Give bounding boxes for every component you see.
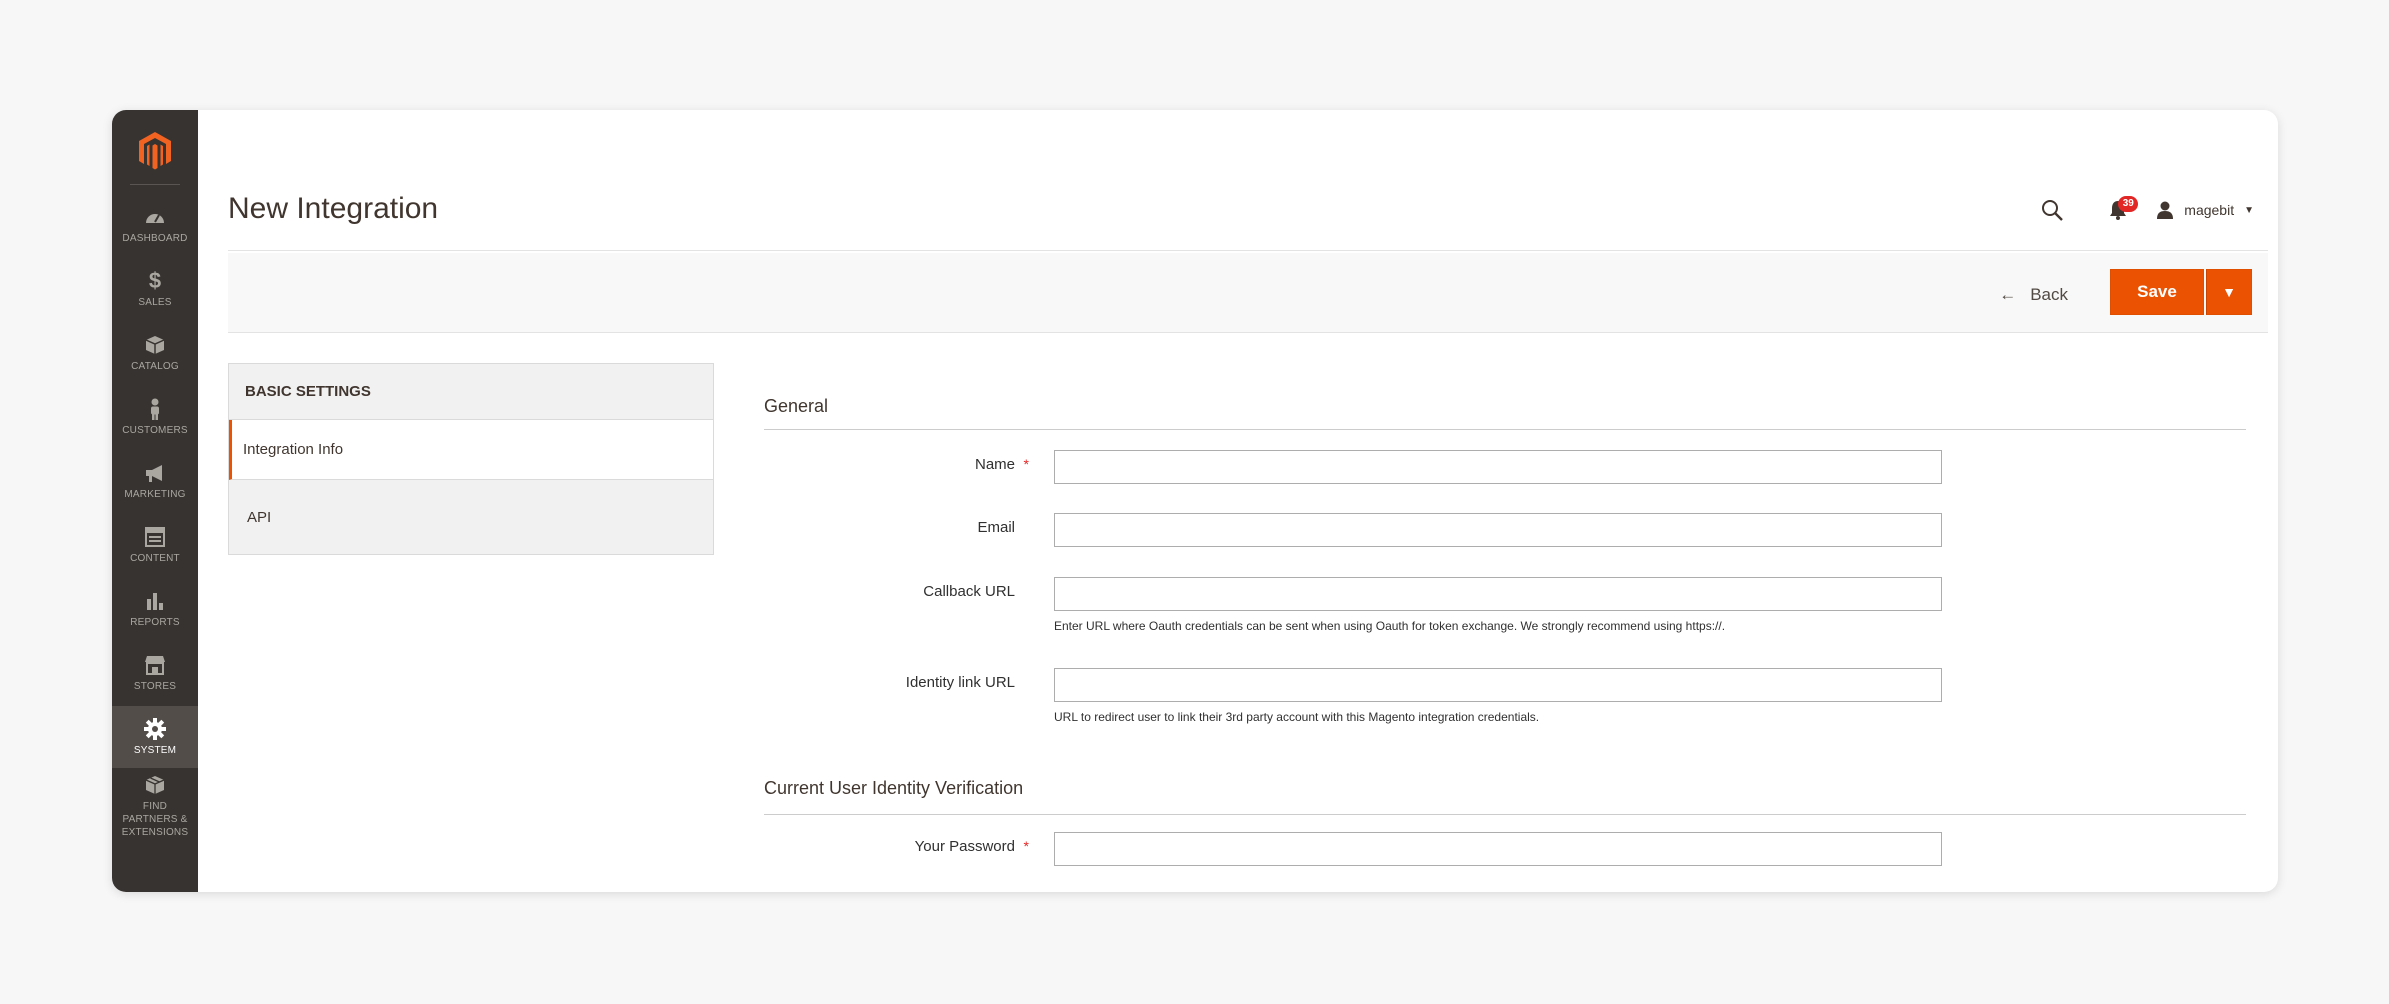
store-icon	[144, 654, 166, 676]
nav-item-stores[interactable]: STORES	[112, 642, 198, 704]
email-field-row: Email	[764, 513, 1944, 553]
chevron-down-icon: ▼	[2244, 204, 2254, 216]
user-icon	[2157, 201, 2174, 219]
name-field-row: Name *	[764, 450, 1944, 490]
extensions-icon	[144, 774, 166, 796]
person-icon	[144, 398, 166, 420]
password-input[interactable]	[1054, 832, 1942, 866]
nav-item-dashboard[interactable]: DASHBOARD	[112, 194, 198, 256]
name-label: Name *	[974, 456, 1029, 473]
nav-item-reports[interactable]: REPORTS	[112, 578, 198, 640]
required-marker: *	[1023, 456, 1029, 472]
nav-item-content[interactable]: CONTENT	[112, 514, 198, 576]
nav-item-catalog[interactable]: CATALOG	[112, 322, 198, 384]
back-button[interactable]: ← Back	[1999, 273, 2068, 317]
nav-item-customers[interactable]: CUSTOMERS	[112, 386, 198, 448]
password-field-row: Your Password *	[764, 832, 1944, 872]
dashboard-icon	[144, 206, 166, 228]
nav-item-find-partners[interactable]: FIND PARTNERS & EXTENSIONS	[112, 770, 198, 842]
notification-badge: 39	[2118, 196, 2139, 212]
identity-link-url-field-row: Identity link URL URL to redirect user t…	[764, 668, 1944, 732]
section-title-general: General	[764, 396, 829, 416]
callback-url-input[interactable]	[1054, 577, 1942, 611]
required-marker: *	[1023, 838, 1029, 854]
arrow-left-icon: ←	[1999, 285, 2017, 304]
user-menu[interactable]: magebit ▼	[2156, 201, 2254, 219]
tab-api[interactable]: API	[229, 480, 713, 554]
section-divider	[764, 429, 2246, 430]
email-label: Email	[977, 519, 1015, 536]
admin-user-actions: 39 magebit ▼	[2040, 190, 2254, 230]
save-options-toggle[interactable]: ▼	[2206, 269, 2252, 315]
magento-logo[interactable]	[112, 122, 198, 180]
dollar-icon: $	[148, 267, 162, 293]
nav-item-marketing[interactable]: MARKETING	[112, 450, 198, 512]
logo-divider	[130, 184, 180, 185]
admin-sidebar: DASHBOARD $ SALES CATALOG CUSTOMERS MARK…	[112, 110, 198, 892]
name-input[interactable]	[1054, 450, 1942, 484]
nav-item-system[interactable]: SYSTEM	[112, 706, 198, 768]
notifications-button[interactable]: 39	[2104, 196, 2139, 224]
identity-link-url-input[interactable]	[1054, 668, 1942, 702]
section-title-verification: Current User Identity Verification	[764, 778, 1024, 798]
email-input[interactable]	[1054, 513, 1942, 547]
page-title: New Integration	[228, 192, 439, 225]
tabs-heading: BASIC SETTINGS	[229, 364, 713, 420]
tab-integration-info[interactable]: Integration Info	[229, 420, 713, 480]
box-icon	[144, 334, 166, 356]
password-label: Your Password *	[914, 838, 1029, 855]
identity-link-url-label: Identity link URL	[905, 674, 1015, 691]
username: magebit	[2184, 202, 2235, 218]
nav-item-sales[interactable]: $ SALES	[112, 258, 198, 320]
search-icon[interactable]	[2040, 198, 2064, 222]
megaphone-icon	[144, 462, 166, 484]
chevron-down-icon: ▼	[2222, 284, 2236, 300]
layout-icon	[144, 526, 166, 548]
admin-window: DASHBOARD $ SALES CATALOG CUSTOMERS MARK…	[112, 110, 2278, 892]
callback-url-field-row: Callback URL Enter URL where Oauth crede…	[764, 577, 1944, 641]
identity-link-url-note: URL to redirect user to link their 3rd p…	[1054, 710, 1540, 724]
bar-chart-icon	[144, 590, 166, 612]
save-button[interactable]: Save	[2110, 269, 2204, 315]
section-divider	[764, 814, 2246, 815]
gear-icon	[144, 717, 166, 740]
settings-tabs: BASIC SETTINGS Integration Info API	[228, 363, 714, 555]
callback-url-label: Callback URL	[923, 583, 1015, 600]
page-actions-bar: ← Back Save ▼	[228, 253, 2268, 333]
title-divider	[228, 250, 2268, 251]
callback-url-note: Enter URL where Oauth credentials can be…	[1054, 619, 1726, 633]
